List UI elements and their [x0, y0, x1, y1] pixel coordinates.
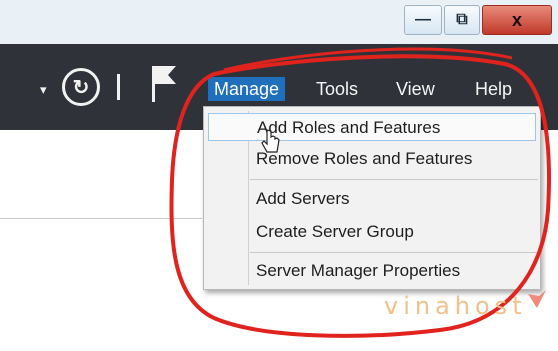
menu-manage[interactable]: Manage [208, 77, 286, 101]
close-button[interactable]: x [482, 5, 552, 35]
watermark-logo-icon [528, 290, 546, 308]
menu-item-create-server-group[interactable]: Create Server Group [256, 218, 414, 246]
content-panel [0, 130, 202, 351]
title-bar: — ⧉ x [0, 0, 558, 44]
mouse-cursor-icon [261, 129, 280, 153]
menu-separator [250, 179, 538, 180]
refresh-icon: ↻ [72, 76, 90, 99]
dropdown-caret-icon[interactable]: ▾ [40, 82, 47, 98]
menu-item-add-servers[interactable]: Add Servers [256, 185, 350, 213]
content-header [0, 130, 202, 219]
menu-help[interactable]: Help [469, 77, 518, 101]
flag-icon[interactable] [146, 64, 180, 104]
close-icon: x [511, 9, 522, 30]
menu-tools[interactable]: Tools [310, 77, 364, 101]
menu-item-add-roles-and-features[interactable]: Add Roles and Features [208, 113, 536, 141]
watermark-text: vinahost [384, 292, 527, 320]
menu-item-remove-roles-and-features[interactable]: Remove Roles and Features [256, 145, 472, 173]
menu-item-server-manager-properties[interactable]: Server Manager Properties [256, 257, 460, 285]
minimize-icon: — [415, 11, 431, 28]
refresh-button[interactable]: ↻ [62, 68, 100, 106]
restore-icon: ⧉ [456, 11, 468, 28]
menu-view[interactable]: View [390, 77, 441, 101]
minimize-button[interactable]: — [404, 5, 442, 35]
manage-dropdown-menu: Add Roles and Features Remove Roles and … [203, 106, 541, 290]
restore-button[interactable]: ⧉ [444, 5, 480, 35]
menu-separator [250, 252, 538, 253]
toolbar-divider [117, 74, 120, 100]
